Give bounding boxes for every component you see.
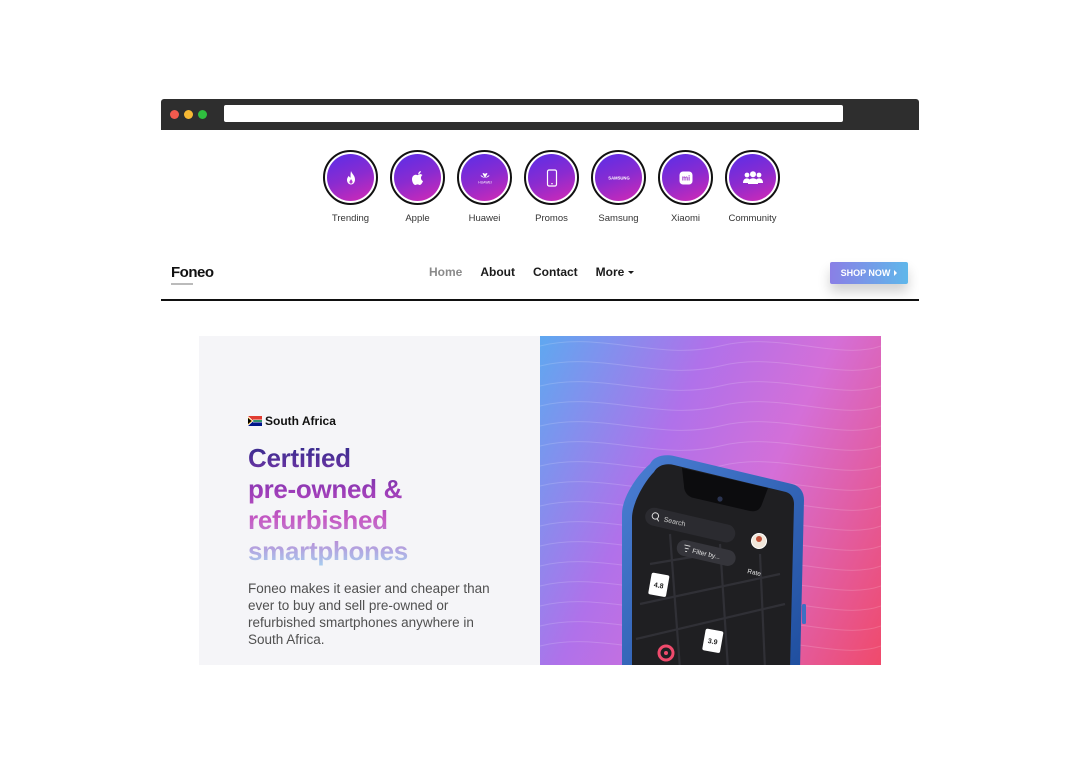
nav-more-dropdown[interactable]: More [596, 265, 635, 279]
headline-line: smartphones [248, 536, 408, 566]
hero-headline: Certified pre-owned & refurbished smartp… [248, 443, 508, 567]
xiaomi-icon: mi [679, 171, 692, 184]
nav-contact[interactable]: Contact [533, 265, 578, 279]
nav-home[interactable]: Home [429, 265, 462, 279]
nav-more-label: More [595, 265, 625, 279]
story-label: Apple [405, 213, 430, 224]
story-ring: mi [658, 150, 713, 205]
hero-section: South Africa Certified pre-owned & refur… [199, 336, 881, 665]
phone-mockup: Search Filter by... Rate 4.8 3.9 [622, 455, 806, 665]
story-promos[interactable]: Promos [518, 150, 585, 230]
story-xiaomi[interactable]: mi Xiaomi [652, 150, 719, 230]
story-ring [323, 150, 378, 205]
story-label: Samsung [598, 213, 639, 224]
story-ring: HUAWEI [457, 150, 512, 205]
headline-line: Certified [248, 443, 351, 473]
story-ring [725, 150, 780, 205]
logo-tagline-mark [171, 283, 193, 285]
hero-description: Foneo makes it easier and cheaper than e… [248, 581, 490, 647]
story-huawei[interactable]: HUAWEI Huawei [451, 150, 518, 230]
logo-wordmark: Foneo [171, 264, 214, 281]
story-ring [390, 150, 445, 205]
huawei-icon: HUAWEI [478, 172, 491, 184]
story-label: Promos [535, 213, 568, 224]
close-window-button[interactable] [170, 110, 179, 119]
story-community[interactable]: Community [719, 150, 786, 230]
shop-now-button[interactable]: SHOP NOW [830, 262, 908, 284]
people-icon [742, 170, 763, 184]
browser-chrome [161, 99, 919, 130]
south-africa-flag-icon [248, 416, 262, 426]
browser-window: Trending Apple HUAWEI Huawei Promos SAMS… [161, 99, 919, 665]
flame-icon [346, 170, 355, 184]
svg-text:SAMSUNG: SAMSUNG [608, 175, 629, 180]
minimize-window-button[interactable] [184, 110, 193, 119]
story-label: Trending [331, 213, 370, 224]
address-bar[interactable] [224, 105, 843, 122]
story-ring [524, 150, 579, 205]
foneo-logo[interactable]: Foneo [171, 264, 214, 285]
story-label: Community [728, 213, 777, 224]
story-ring: SAMSUNG [591, 150, 646, 205]
headline-line: pre-owned & [248, 474, 403, 504]
phone-icon [546, 168, 557, 187]
story-samsung[interactable]: SAMSUNG Samsung [585, 150, 652, 230]
story-apple[interactable]: Apple [384, 150, 451, 230]
story-label: Huawei [468, 213, 501, 224]
maximize-window-button[interactable] [198, 110, 207, 119]
chevron-down-icon [628, 271, 635, 275]
nav-links: Home About Contact More [429, 265, 652, 279]
apple-icon [411, 170, 423, 185]
samsung-icon: SAMSUNG [608, 175, 629, 180]
caret-right-icon [894, 270, 898, 276]
country-name: South Africa [265, 414, 336, 428]
svg-text:HUAWEI: HUAWEI [478, 180, 491, 184]
hero-image-panel: Search Filter by... Rate 4.8 3.9 [540, 336, 881, 665]
nav-about[interactable]: About [480, 265, 515, 279]
story-trending[interactable]: Trending [317, 150, 384, 230]
headline-line: refurbished [248, 505, 388, 535]
site-navbar: Foneo Home About Contact More SHOP NOW [161, 249, 919, 301]
story-highlights: Trending Apple HUAWEI Huawei Promos SAMS… [317, 150, 786, 230]
country-badge: South Africa [248, 414, 336, 428]
story-label: Xiaomi [670, 213, 701, 224]
svg-text:mi: mi [681, 175, 689, 182]
shop-now-label: SHOP NOW [840, 268, 891, 278]
hero-copy-panel: South Africa Certified pre-owned & refur… [199, 336, 540, 665]
